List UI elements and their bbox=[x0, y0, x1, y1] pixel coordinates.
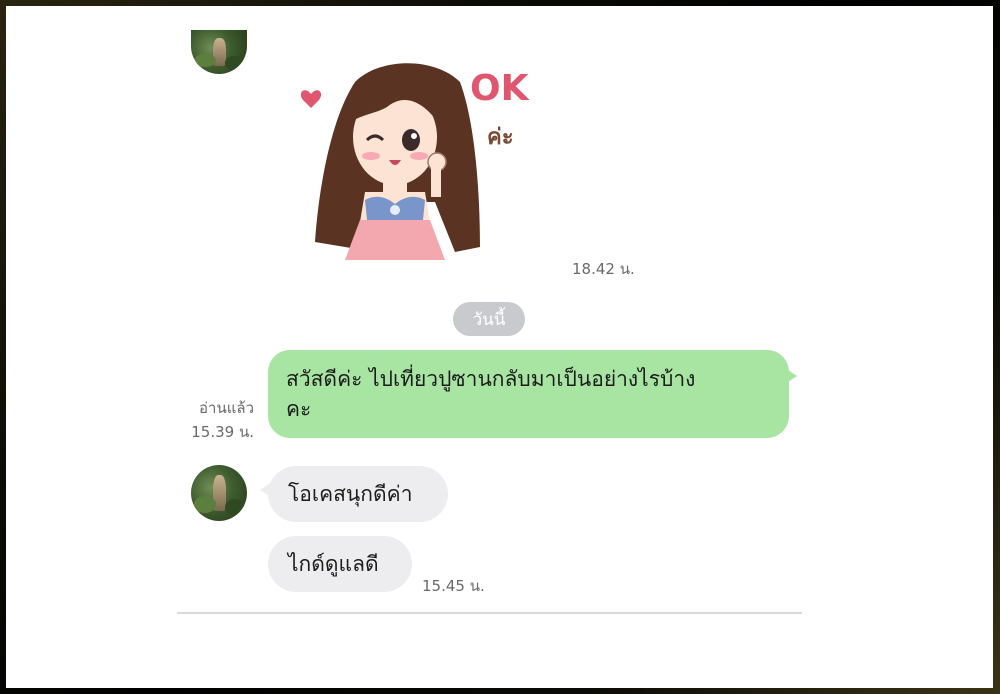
outgoing-message-line2: คะ bbox=[286, 397, 312, 421]
outgoing-message-bubble[interactable]: สวัสดีค่ะ ไปเที่ยวปูซานกลับมาเป็นอย่างไร… bbox=[268, 350, 797, 438]
sticker-ok-text: OK bbox=[470, 68, 530, 109]
incoming-message-bubble[interactable]: ไกด์ดูแลดี bbox=[268, 536, 412, 592]
read-label: อ่านแล้ว bbox=[199, 399, 254, 417]
bubble-tail bbox=[785, 368, 797, 384]
incoming-timestamp: 15.45 น. bbox=[422, 577, 485, 595]
divider bbox=[177, 612, 802, 614]
sticker-ka-text: ค่ะ bbox=[487, 125, 514, 150]
incoming-message-text: โอเคสนุกดีค่า bbox=[288, 481, 413, 506]
read-receipt: อ่านแล้ว 15.39 น. bbox=[180, 396, 254, 444]
sticker-timestamp: 18.42 น. bbox=[572, 260, 635, 278]
incoming-message-text: ไกด์ดูแลดี bbox=[288, 551, 379, 576]
outgoing-timestamp: 15.39 น. bbox=[191, 423, 254, 441]
sticker-girl-illustration: OK ค่ะ bbox=[300, 63, 530, 260]
contact-avatar[interactable] bbox=[191, 465, 247, 521]
incoming-message-bubble[interactable]: โอเคสนุกดีค่า bbox=[260, 466, 448, 522]
ok-sticker[interactable]: OK ค่ะ bbox=[295, 52, 535, 262]
bubble-tail bbox=[260, 482, 272, 498]
day-separator: วันนี้ bbox=[453, 302, 525, 336]
outgoing-message-line1: สวัสดีค่ะ ไปเที่ยวปูซานกลับมาเป็นอย่างไร… bbox=[286, 367, 696, 391]
